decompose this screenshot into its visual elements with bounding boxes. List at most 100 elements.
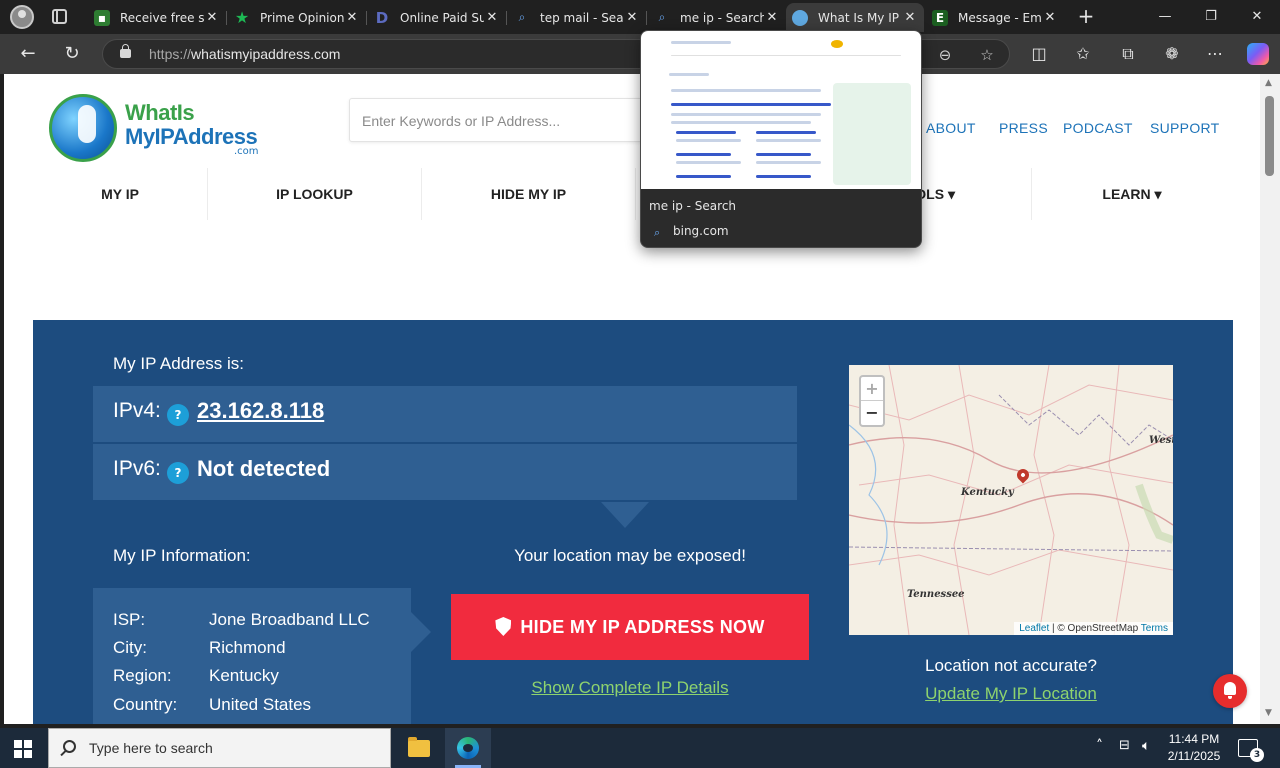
nav-my-ip[interactable]: MY IP xyxy=(33,168,208,220)
back-button[interactable]: ← xyxy=(17,43,39,65)
edge-app[interactable] xyxy=(445,728,491,768)
logo-text-com: .com xyxy=(234,146,259,157)
split-screen-icon[interactable]: ◫ xyxy=(1028,43,1050,65)
info-box-arrow xyxy=(411,612,431,652)
map-zoom-in-button[interactable]: + xyxy=(861,377,883,401)
link-press[interactable]: PRESS xyxy=(999,120,1048,136)
close-icon[interactable]: ✕ xyxy=(484,10,500,25)
network-icon[interactable]: ⊟ xyxy=(1119,738,1130,753)
notification-bell-icon[interactable] xyxy=(1213,674,1247,708)
nav-ip-lookup[interactable]: IP LOOKUP xyxy=(208,168,422,220)
lock-icon[interactable] xyxy=(120,44,131,58)
site-logo[interactable]: WhatIs MyIPAddress .com xyxy=(49,92,264,164)
preview-thumbnail xyxy=(641,31,921,189)
nav-hide-my-ip[interactable]: HIDE MY IP xyxy=(422,168,636,220)
tab-what-is-my-ip[interactable]: What Is My IP ✕ xyxy=(786,3,924,32)
green-star-icon: ★ xyxy=(234,8,250,27)
new-tab-button[interactable]: + xyxy=(1075,6,1097,28)
region-value: Kentucky xyxy=(209,666,279,685)
page-scrollbar[interactable]: ▲ ▼ xyxy=(1260,74,1280,724)
windows-start-icon[interactable] xyxy=(14,740,32,758)
region-label: Region: xyxy=(113,666,172,685)
tab-title: Online Paid Su xyxy=(400,10,484,25)
link-about[interactable]: ABOUT xyxy=(926,120,976,136)
site-search-input[interactable]: Enter Keywords or IP Address... xyxy=(349,98,649,142)
green-e-icon: E xyxy=(932,9,948,26)
close-window-button[interactable]: ✕ xyxy=(1234,0,1280,34)
osm-attribution: © OpenStreetMap xyxy=(1057,623,1139,634)
ipv4-value[interactable]: 23.162.8.118 xyxy=(197,398,324,424)
terms-link[interactable]: Terms xyxy=(1141,623,1168,634)
scroll-up-icon[interactable]: ▲ xyxy=(1265,78,1272,88)
update-location-link[interactable]: Update My IP Location xyxy=(849,684,1173,704)
exposure-warning: Your location may be exposed! xyxy=(514,546,746,565)
action-center-icon[interactable]: 3 xyxy=(1238,739,1264,762)
favorite-star-icon[interactable]: ☆ xyxy=(977,45,997,65)
link-podcast[interactable]: PODCAST xyxy=(1063,120,1133,136)
close-icon[interactable]: ✕ xyxy=(344,10,360,25)
tab-prime-opinion[interactable]: ★ Prime Opinion ✕ xyxy=(228,3,367,32)
taskbar-search-input[interactable]: Type here to search xyxy=(48,728,391,768)
clock-date: 2/11/2025 xyxy=(1167,749,1221,763)
close-icon[interactable]: ✕ xyxy=(902,10,918,25)
leaflet-link[interactable]: Leaflet xyxy=(1019,623,1049,634)
close-icon[interactable]: ✕ xyxy=(764,10,780,25)
ip-hero-panel: My IP Address is: IPv4: ? 23.162.8.118 I… xyxy=(33,320,1233,724)
refresh-button[interactable]: ↻ xyxy=(61,43,83,65)
ipv6-value: Not detected xyxy=(197,456,331,481)
file-explorer-app[interactable] xyxy=(395,728,441,768)
favorites-icon[interactable]: ✩ xyxy=(1072,43,1094,65)
globe-logo-icon xyxy=(49,94,117,162)
link-support[interactable]: SUPPORT xyxy=(1150,120,1220,136)
globe-icon xyxy=(792,9,808,26)
profile-avatar-icon[interactable] xyxy=(10,5,34,29)
country-value: United States xyxy=(209,695,312,714)
my-ip-label: My IP Address is: xyxy=(113,354,245,373)
show-ip-details-link[interactable]: Show Complete IP Details xyxy=(451,678,809,698)
tab-temp-mail-search[interactable]: ⌕ tep mail - Sear ✕ xyxy=(508,3,647,32)
tab-bar: ▪ Receive free sn ✕ ★ Prime Opinion ✕ D … xyxy=(0,0,1280,34)
close-icon[interactable]: ✕ xyxy=(1042,10,1058,25)
tab-receive-free[interactable]: ▪ Receive free sn ✕ xyxy=(88,3,227,32)
tab-me-ip-search[interactable]: ⌕ me ip - Search ✕ xyxy=(648,3,786,32)
system-clock[interactable]: 11:44 PM 2/11/2025 xyxy=(1156,731,1232,765)
maximize-button[interactable]: ❐ xyxy=(1188,0,1234,34)
help-icon[interactable]: ? xyxy=(167,462,189,484)
search-icon xyxy=(63,740,76,753)
tab-online-paid[interactable]: D Online Paid Su ✕ xyxy=(368,3,507,32)
hide-my-ip-button-label: HIDE MY IP ADDRESS NOW xyxy=(520,617,765,637)
tab-title: Message - Em xyxy=(958,10,1042,25)
map-zoom-out-button[interactable]: − xyxy=(861,401,883,425)
scroll-down-icon[interactable]: ▼ xyxy=(1265,708,1272,718)
map-label-west: West xyxy=(1149,435,1173,446)
isp-label: ISP: xyxy=(113,610,146,629)
scroll-thumb[interactable] xyxy=(1265,96,1274,176)
nav-learn[interactable]: LEARN ▾ xyxy=(1032,168,1232,220)
map-zoom-control: + − xyxy=(859,375,885,427)
url-text[interactable]: https://whatismyipaddress.com xyxy=(149,46,340,62)
map-label-tennessee: Tennessee xyxy=(907,589,965,600)
close-icon[interactable]: ✕ xyxy=(624,10,640,25)
settings-menu-icon[interactable]: ⋯ xyxy=(1204,43,1226,65)
tab-hover-preview[interactable]: me ip - Search ⌕ bing.com xyxy=(640,30,922,248)
location-map[interactable]: + − Kentucky Tennessee West Leaflet | © … xyxy=(849,365,1173,635)
folder-icon xyxy=(408,737,430,757)
volume-icon[interactable]: 🔈︎ xyxy=(1142,738,1150,754)
collections-icon[interactable]: ⧉ xyxy=(1117,43,1139,65)
tab-title: Prime Opinion xyxy=(260,10,344,25)
more-options-icon[interactable]: ⊖ xyxy=(935,45,955,65)
map-attribution: Leaflet | © OpenStreetMap Terms xyxy=(1014,622,1173,635)
tab-message-email[interactable]: E Message - Em ✕ xyxy=(926,3,1064,32)
minimize-button[interactable]: — xyxy=(1142,0,1188,34)
help-icon[interactable]: ? xyxy=(167,404,189,426)
extensions-icon[interactable]: ❁ xyxy=(1161,43,1183,65)
hide-my-ip-button[interactable]: HIDE MY IP ADDRESS NOW xyxy=(451,594,809,660)
isp-value: Jone Broadband LLC xyxy=(209,610,370,629)
close-icon[interactable]: ✕ xyxy=(204,10,220,25)
copilot-icon[interactable] xyxy=(1247,43,1269,65)
tray-chevron-icon[interactable]: ˄ xyxy=(1096,738,1103,754)
main-navigation: MY IP IP LOOKUP HIDE MY IP OLS ▾ LEARN ▾ xyxy=(33,168,1232,220)
tab-actions-icon[interactable] xyxy=(52,9,67,24)
ipv6-label: IPv6: xyxy=(113,457,161,480)
notification-count: 3 xyxy=(1250,748,1264,762)
